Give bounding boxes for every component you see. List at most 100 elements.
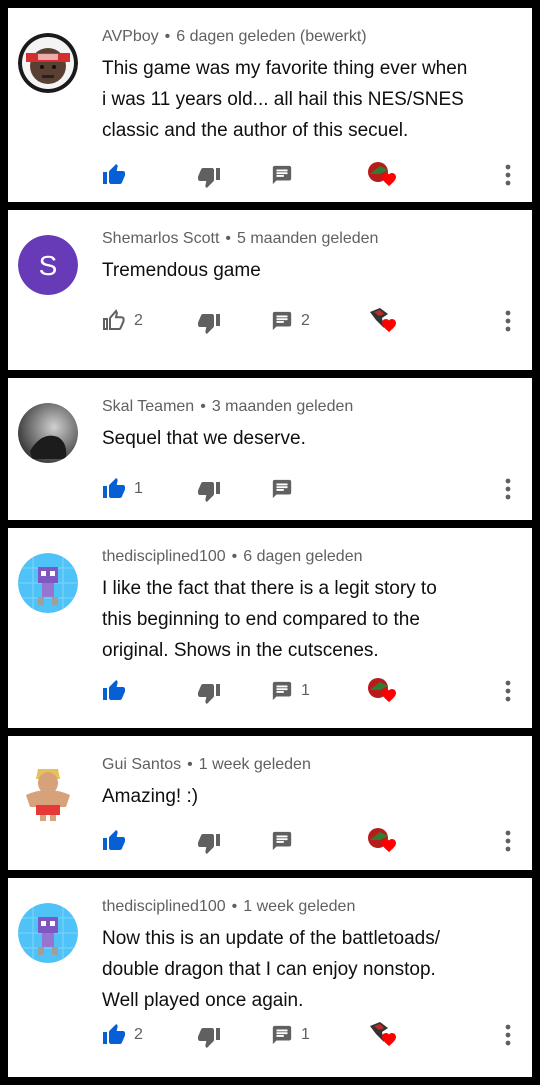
author-name[interactable]: thedisciplined100 xyxy=(102,898,226,915)
heart-icon xyxy=(382,319,396,333)
separator-dot: • xyxy=(187,756,193,773)
dislike-button[interactable] xyxy=(197,1025,221,1049)
comment-actions: 1 xyxy=(8,676,532,706)
reply-button[interactable]: 1 xyxy=(271,680,310,702)
comment-actions: 2 1 xyxy=(8,1020,532,1050)
comment-line: This game was my favorite thing ever whe… xyxy=(102,58,468,79)
like-button[interactable]: 1 xyxy=(102,477,143,501)
thumbs-up-icon xyxy=(103,164,125,184)
dislike-button[interactable] xyxy=(197,311,221,335)
creator-heart-badge xyxy=(366,676,400,706)
comment-card: AVPboy • 6 dagen geleden (bewerkt) This ga… xyxy=(8,8,532,202)
reply-button[interactable] xyxy=(271,478,293,500)
like-button[interactable] xyxy=(102,829,126,853)
reply-count: 1 xyxy=(301,682,310,699)
thumbs-down-icon xyxy=(198,482,220,502)
comment-line: Tremendous game xyxy=(102,260,261,281)
reply-button[interactable]: 1 xyxy=(271,1024,310,1046)
avatar[interactable] xyxy=(18,33,78,93)
reply-icon xyxy=(272,831,292,851)
like-button[interactable] xyxy=(102,679,126,703)
avatar[interactable] xyxy=(18,403,78,463)
reply-icon xyxy=(272,165,292,185)
comment-text: I like the fact that there is a legit st… xyxy=(102,573,517,666)
comment-card: thedisciplined100 • 1 week geleden Now thi… xyxy=(8,878,532,1077)
reply-button[interactable] xyxy=(271,164,293,186)
comment-time[interactable]: 1 week geleden xyxy=(199,756,311,773)
more-options-button[interactable] xyxy=(498,1021,518,1049)
dislike-button[interactable] xyxy=(197,681,221,705)
comment-time[interactable]: 6 dagen geleden xyxy=(243,548,362,565)
comment-text: Amazing! :) xyxy=(102,781,517,812)
comment-time[interactable]: 6 dagen geleden (bewerkt) xyxy=(176,28,366,45)
like-button[interactable]: 2 xyxy=(102,1023,143,1047)
comment-actions: 1 xyxy=(8,474,532,504)
heart-icon xyxy=(382,839,396,853)
creator-heart-badge xyxy=(366,160,400,190)
dislike-button[interactable] xyxy=(197,479,221,503)
more-options-button[interactable] xyxy=(498,161,518,189)
like-count: 2 xyxy=(134,312,143,329)
avatar[interactable] xyxy=(18,761,78,821)
author-name[interactable]: Shemarlos Scott xyxy=(102,230,219,247)
thumbs-up-icon xyxy=(103,309,125,330)
reply-button[interactable] xyxy=(271,830,293,852)
author-name[interactable]: Skal Teamen xyxy=(102,398,194,415)
separator-dot: • xyxy=(200,398,206,415)
comment-line: Amazing! :) xyxy=(102,786,199,807)
comment-meta: Skal Teamen • 3 maanden geleden xyxy=(102,398,353,416)
like-count: 2 xyxy=(134,1026,143,1043)
dislike-button[interactable] xyxy=(197,165,221,189)
author-name[interactable]: AVPboy xyxy=(102,28,159,45)
comment-list: AVPboy • 6 dagen geleden (bewerkt) This ga… xyxy=(0,0,540,1085)
comment-line: I like the fact that there is a legit st… xyxy=(102,578,437,599)
comment-meta: Gui Santos • 1 week geleden xyxy=(102,756,311,774)
avatar[interactable] xyxy=(18,553,78,613)
like-button[interactable] xyxy=(102,163,126,187)
comment-card: thedisciplined100 • 6 dagen geleden I like… xyxy=(8,528,532,728)
dislike-button[interactable] xyxy=(197,831,221,855)
reply-icon xyxy=(272,1025,292,1045)
comment-line: Well played once again. xyxy=(102,990,304,1011)
separator-dot: • xyxy=(164,28,171,45)
more-options-button[interactable] xyxy=(498,677,518,705)
comment-meta: Shemarlos Scott • 5 maanden geleden xyxy=(102,230,378,248)
thumbs-up-icon xyxy=(103,680,125,700)
separator-dot: • xyxy=(231,548,238,565)
comment-line: classic and the author of this secuel. xyxy=(102,120,409,141)
like-button[interactable]: 2 xyxy=(102,309,143,333)
thumbs-down-icon xyxy=(198,684,220,704)
more-options-button[interactable] xyxy=(498,475,518,503)
comment-text: Sequel that we deserve. xyxy=(102,423,517,454)
more-vert-icon xyxy=(505,830,511,852)
thumbs-down-icon xyxy=(198,314,220,334)
avatar[interactable] xyxy=(18,903,78,963)
comment-card: Skal Teamen • 3 maanden geleden Sequel tha… xyxy=(8,378,532,520)
reply-count: 2 xyxy=(301,312,310,329)
comment-text: Tremendous game xyxy=(102,255,517,286)
comment-time[interactable]: 5 maanden geleden xyxy=(237,230,378,247)
reply-count: 1 xyxy=(301,1026,310,1043)
heart-icon xyxy=(382,689,396,703)
author-name[interactable]: thedisciplined100 xyxy=(102,548,226,565)
thumbs-up-icon xyxy=(103,830,125,850)
avatar-letter: S xyxy=(39,250,58,281)
thumbs-down-icon xyxy=(198,1028,220,1048)
more-options-button[interactable] xyxy=(498,827,518,855)
author-name[interactable]: Gui Santos xyxy=(102,756,181,773)
comment-line: double dragon that I can enjoy nonstop. xyxy=(102,959,436,980)
comment-line: original. Shows in the cutscenes. xyxy=(102,640,379,661)
comment-meta: thedisciplined100 • 1 week geleden xyxy=(102,898,355,916)
reply-button[interactable]: 2 xyxy=(271,310,310,332)
more-options-button[interactable] xyxy=(498,307,518,335)
comment-time[interactable]: 1 week geleden xyxy=(243,898,355,915)
reply-icon xyxy=(272,479,292,499)
comment-time[interactable]: 3 maanden geleden xyxy=(212,398,353,415)
comment-meta: thedisciplined100 • 6 dagen geleden xyxy=(102,548,363,566)
like-count: 1 xyxy=(134,480,143,497)
comment-card: S Shemarlos Scott • 5 maanden geleden Trem… xyxy=(8,210,532,370)
comment-actions xyxy=(8,826,532,856)
comment-line: Now this is an update of the battletoads… xyxy=(102,928,440,949)
creator-heart-badge xyxy=(366,826,400,856)
avatar[interactable]: S xyxy=(18,235,78,295)
